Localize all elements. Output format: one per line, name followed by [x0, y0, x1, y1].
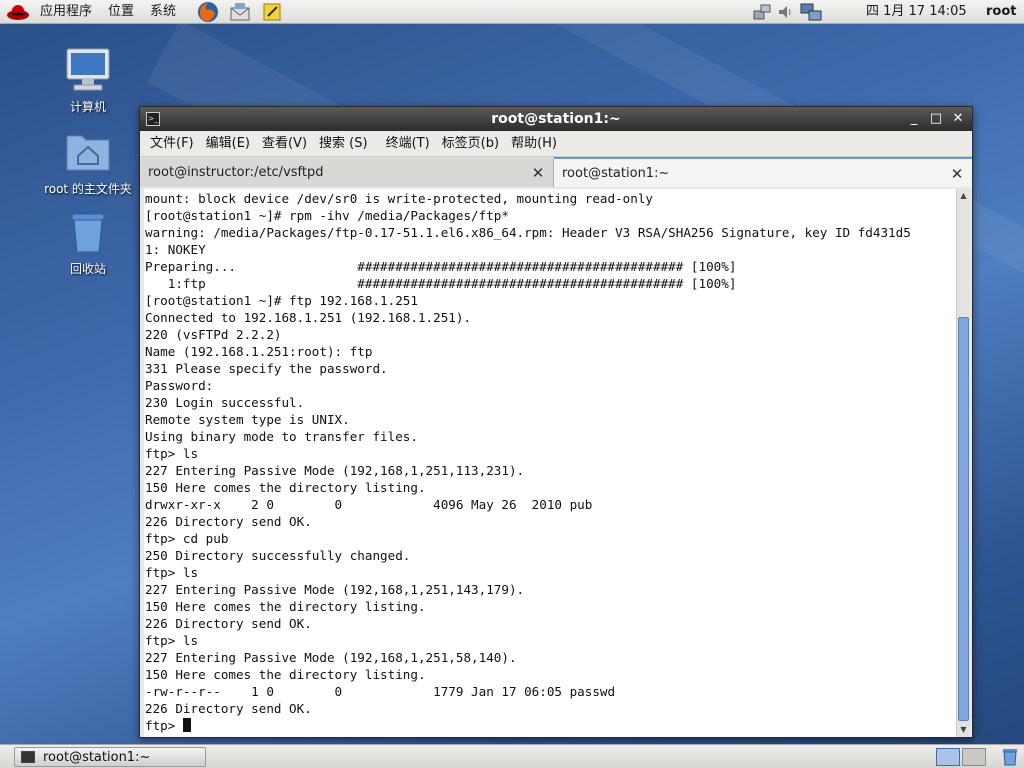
trash-icon: [64, 208, 112, 256]
minimize-button[interactable]: _: [906, 111, 922, 127]
terminal-scrollbar[interactable]: ▲ ▼: [956, 189, 970, 737]
menu-applications[interactable]: 应用程序: [32, 0, 100, 24]
terminal-line: ftp> ls: [145, 565, 199, 580]
menu-help[interactable]: 帮助(H): [505, 131, 563, 157]
menu-view[interactable]: 查看(V): [256, 131, 313, 157]
terminal-line: warning: /media/Packages/ftp-0.17-51.1.e…: [145, 225, 911, 240]
workspace-1[interactable]: [936, 748, 960, 766]
text-editor-icon[interactable]: [260, 1, 284, 23]
taskbar-window-label: root@station1:~: [43, 749, 151, 765]
trash-applet-icon[interactable]: [1000, 748, 1020, 766]
terminal-line: 226 Directory send OK.: [145, 616, 312, 631]
terminal-lines: mount: block device /dev/sr0 is write-pr…: [145, 190, 956, 717]
menu-system[interactable]: 系统: [142, 0, 184, 24]
terminal-line: Password:: [145, 378, 214, 393]
terminal-line: Name (192.168.1.251:root): ftp: [145, 344, 373, 359]
desktop-icon-home[interactable]: root 的主文件夹: [38, 128, 138, 197]
terminal-app-icon: [21, 751, 35, 763]
desktop-icon-label: root 的主文件夹: [44, 182, 132, 196]
tab-close-icon[interactable]: ✕: [950, 159, 964, 189]
terminal-line: -rw-r--r-- 1 0 0 1779 Jan 17 06:05 passw…: [145, 684, 616, 699]
terminal-line: 1:ftp ##################################…: [145, 276, 737, 291]
menu-terminal[interactable]: 终端(T): [380, 131, 436, 157]
network-icon[interactable]: [750, 3, 774, 21]
terminal-line: drwxr-xr-x 2 0 0 4096 May 26 2010 pub: [145, 497, 593, 512]
volume-icon[interactable]: [774, 3, 798, 21]
desktop-icon-label: 回收站: [69, 262, 106, 276]
close-button[interactable]: ✕: [950, 111, 966, 127]
tab-label: root@instructor:/etc/vsftpd: [148, 165, 324, 180]
terminal-line: 1: NOKEY: [145, 242, 206, 257]
terminal-line: Using binary mode to transfer files.: [145, 429, 418, 444]
terminal-line: [root@station1 ~]# rpm -ihv /media/Packa…: [145, 208, 509, 223]
taskbar-window-button[interactable]: root@station1:~: [14, 747, 206, 767]
menu-search[interactable]: 搜索 (S): [313, 131, 374, 157]
scroll-down-arrow-icon[interactable]: ▼: [957, 723, 970, 737]
tab-instructor[interactable]: root@instructor:/etc/vsftpd ✕: [140, 159, 554, 187]
firefox-icon[interactable]: [196, 1, 220, 23]
window-titlebar[interactable]: >_ root@station1:~ _ □ ✕: [140, 107, 972, 131]
menu-tabs[interactable]: 标签页(b): [436, 131, 505, 157]
terminal-line: 150 Here comes the directory listing.: [145, 599, 426, 614]
terminal-line: Preparing... ###########################…: [145, 259, 737, 274]
terminal-line: ftp> cd pub: [145, 531, 229, 546]
bottom-panel: root@station1:~: [0, 744, 1024, 768]
terminal-line: 150 Here comes the directory listing.: [145, 480, 426, 495]
terminal-line: Connected to 192.168.1.251 (192.168.1.25…: [145, 310, 472, 325]
email-client-icon[interactable]: [228, 1, 252, 23]
terminal-prompt-line[interactable]: ftp>: [145, 717, 956, 734]
terminal-line: mount: block device /dev/sr0 is write-pr…: [145, 191, 653, 206]
terminal-line: 227 Entering Passive Mode (192,168,1,251…: [145, 582, 525, 597]
terminal-line: [root@station1 ~]# ftp 192.168.1.251: [145, 293, 418, 308]
scrollbar-thumb[interactable]: [958, 317, 969, 721]
terminal-output[interactable]: mount: block device /dev/sr0 is write-pr…: [144, 189, 956, 737]
menu-edit[interactable]: 编辑(E): [200, 131, 256, 157]
workspace-2[interactable]: [962, 748, 986, 766]
terminal-line: 331 Please specify the password.: [145, 361, 388, 376]
terminal-line: 227 Entering Passive Mode (192,168,1,251…: [145, 650, 517, 665]
terminal-line: 226 Directory send OK.: [145, 514, 312, 529]
redhat-logo-icon[interactable]: [4, 0, 32, 24]
panel-clock[interactable]: 四 1月 17 14:05: [866, 0, 967, 24]
terminal-line: 226 Directory send OK.: [145, 701, 312, 716]
terminal-line: 227 Entering Passive Mode (192,168,1,251…: [145, 463, 525, 478]
home-folder-icon: [64, 128, 112, 176]
terminal-line: 250 Directory successfully changed.: [145, 548, 411, 563]
terminal-cursor: [182, 718, 191, 732]
window-title: root@station1:~: [491, 111, 621, 127]
top-panel: 应用程序 位置 系统 四 1月 17 14:05 root: [0, 0, 1024, 24]
tab-label: root@station1:~: [562, 166, 670, 181]
terminal-line: ftp> ls: [145, 633, 199, 648]
terminal-prompt: ftp>: [145, 718, 183, 733]
terminal-line: 230 Login successful.: [145, 395, 305, 410]
desktop-icon-trash[interactable]: 回收站: [38, 208, 138, 277]
terminal-window: >_ root@station1:~ _ □ ✕ 文件(F) 编辑(E) 查看(…: [139, 106, 973, 738]
tab-station1[interactable]: root@station1:~ ✕: [554, 157, 972, 187]
menu-places[interactable]: 位置: [100, 0, 142, 24]
panel-username[interactable]: root: [986, 0, 1017, 24]
terminal-line: Remote system type is UNIX.: [145, 412, 350, 427]
desktop-icon-label: 计算机: [69, 100, 106, 114]
terminal-line: 220 (vsFTPd 2.2.2): [145, 327, 282, 342]
window-menubar: 文件(F) 编辑(E) 查看(V) 搜索 (S) 终端(T) 标签页(b) 帮助…: [140, 131, 972, 157]
scroll-up-arrow-icon[interactable]: ▲: [957, 189, 970, 203]
terminal-line: 150 Here comes the directory listing.: [145, 667, 426, 682]
desktop-icon-computer[interactable]: 计算机: [38, 46, 138, 115]
menu-file[interactable]: 文件(F): [144, 131, 200, 157]
terminal-tabs: root@instructor:/etc/vsftpd ✕ root@stati…: [140, 157, 972, 187]
terminal-line: ftp> ls: [145, 446, 199, 461]
computer-icon: [64, 46, 112, 94]
tab-close-icon[interactable]: ✕: [531, 159, 545, 187]
network-status-icon[interactable]: [798, 2, 824, 22]
maximize-button[interactable]: □: [928, 111, 944, 127]
